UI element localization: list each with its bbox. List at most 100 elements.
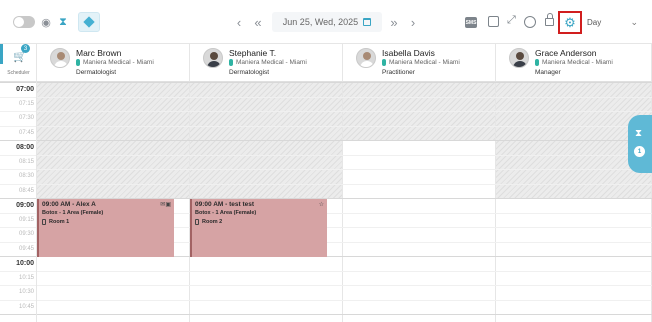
time-label: 10:15: [18, 275, 34, 281]
time-label: 09:45: [18, 246, 34, 252]
staff-role: Dermatologist: [229, 69, 270, 76]
chevron-down-icon: ⌄: [630, 17, 638, 27]
staff-header-grace-anderson[interactable]: Grace Anderson Maniera Medical - Miami M…: [496, 44, 652, 82]
hourglass-icon[interactable]: ⧗: [57, 15, 69, 29]
diamond-button[interactable]: [78, 12, 100, 32]
waitlist-tab[interactable]: ⧗ 1: [628, 115, 652, 173]
staff-role: Dermatologist: [76, 69, 117, 76]
staff-clinic: Maniera Medical - Miami: [382, 59, 460, 66]
scheduler-rail[interactable]: 🛒 3 Scheduler: [0, 44, 37, 82]
appointment-card[interactable]: 09:00 AM - Alex A ✉▣ Botox - 1 Area (Fem…: [37, 199, 174, 257]
location-pin-icon: [382, 59, 386, 66]
scheduler-label: Scheduler: [7, 70, 30, 76]
time-label: 09:30: [18, 231, 34, 237]
grid-line: [0, 97, 652, 98]
appointment-title: 09:00 AM - test test: [195, 201, 254, 208]
avatar: [50, 48, 70, 68]
appointment-service: Botox - 1 Area (Female): [42, 210, 104, 216]
staff-header-isabella-davis[interactable]: Isabella Davis Maniera Medical - Miami P…: [343, 44, 496, 82]
grid-line: [0, 169, 652, 170]
next-day-button[interactable]: ›: [405, 13, 421, 31]
grid-line: [0, 300, 652, 301]
sms-icon[interactable]: SMS: [465, 17, 477, 28]
grid-line: [0, 126, 652, 127]
hourglass-icon: ⧗: [635, 128, 643, 139]
staff-clinic: Maniera Medical - Miami: [229, 59, 307, 66]
avatar: [356, 48, 376, 68]
room-label: Room 2: [202, 219, 223, 225]
time-label: 10:00: [16, 260, 34, 267]
day-column-grace-anderson[interactable]: [496, 82, 652, 322]
expand-icon[interactable]: ⤢: [507, 14, 516, 27]
appointment-room: Room 1: [42, 219, 69, 225]
day-column-isabella-davis[interactable]: [343, 82, 496, 322]
support-icon[interactable]: [524, 16, 536, 28]
grid-line: [0, 314, 652, 315]
staff-name: Isabella Davis: [382, 48, 435, 58]
time-label: 10:30: [18, 289, 34, 295]
diamond-icon: [83, 16, 95, 28]
toolbar: ◉ ⧗ ‹ « Jun 25, Wed, 2025 » › SMS ⤢ ⚙ Da…: [0, 0, 652, 44]
waitlist-count-badge: 1: [634, 146, 645, 157]
clinic-label: Maniera Medical - Miami: [389, 59, 460, 66]
time-label: 07:15: [18, 101, 34, 107]
staff-name: Stephanie T.: [229, 48, 277, 58]
grid-line: [0, 271, 652, 272]
lock-icon[interactable]: [545, 13, 554, 26]
message-icon: ✉▣: [160, 202, 171, 208]
prev-week-button[interactable]: «: [250, 13, 266, 31]
time-label: 09:00: [16, 202, 34, 209]
cart-count-badge: 3: [21, 44, 30, 53]
staff-name: Marc Brown: [76, 48, 122, 58]
next-week-button[interactable]: »: [386, 13, 402, 31]
toggle-knob: [14, 17, 24, 27]
calendar-view-icon[interactable]: [488, 16, 499, 27]
appointment-title: 09:00 AM - Alex A: [42, 201, 96, 208]
date-picker[interactable]: Jun 25, Wed, 2025: [272, 12, 382, 32]
grid-line: [0, 140, 652, 141]
grid-line: [0, 155, 652, 156]
date-label: Jun 25, Wed, 2025: [282, 17, 359, 27]
clinic-label: Maniera Medical - Miami: [236, 59, 307, 66]
settings-button[interactable]: ⚙: [558, 11, 582, 34]
staff-clinic: Maniera Medical - Miami: [535, 59, 613, 66]
location-pin-icon: [229, 59, 233, 66]
location-pin-icon: [535, 59, 539, 66]
calendar-icon: [363, 18, 372, 26]
view-select[interactable]: Day ⌄: [582, 11, 644, 33]
appointment-room: Room 2: [195, 219, 222, 225]
time-label: 07:45: [18, 130, 34, 136]
room-label: Room 1: [49, 219, 70, 225]
time-label: 09:15: [18, 217, 34, 223]
time-label: 08:30: [18, 173, 34, 179]
avatar: [509, 48, 529, 68]
clinic-label: Maniera Medical - Miami: [542, 59, 613, 66]
time-label: 08:15: [18, 159, 34, 165]
time-column: 07:00 07:15 07:30 07:45 08:00 08:15 08:3…: [0, 82, 37, 322]
time-label: 08:00: [16, 144, 34, 151]
staff-role: Practitioner: [382, 69, 415, 76]
appointment-service: Botox - 1 Area (Female): [195, 210, 257, 216]
view-toggle[interactable]: [13, 16, 35, 28]
grid-line: [0, 82, 652, 83]
sms-label: SMS: [465, 19, 477, 26]
staff-header-marc-brown[interactable]: Marc Brown Maniera Medical - Miami Derma…: [37, 44, 190, 82]
time-label: 07:00: [16, 86, 34, 93]
avatar: [203, 48, 223, 68]
door-icon: [195, 219, 199, 225]
time-label: 07:30: [18, 115, 34, 121]
eye-icon[interactable]: ◉: [40, 16, 52, 29]
time-label: 08:45: [18, 188, 34, 194]
appointment-card[interactable]: 09:00 AM - test test ☆ Botox - 1 Area (F…: [190, 199, 327, 257]
prev-day-button[interactable]: ‹: [231, 13, 247, 31]
time-label: 10:45: [18, 304, 34, 310]
staff-name: Grace Anderson: [535, 48, 597, 58]
door-icon: [42, 219, 46, 225]
view-select-value: Day: [587, 17, 602, 27]
star-icon: ☆: [318, 202, 324, 208]
location-pin-icon: [76, 59, 80, 66]
gear-icon: ⚙: [564, 14, 576, 30]
staff-header-stephanie-t[interactable]: Stephanie T. Maniera Medical - Miami Der…: [190, 44, 343, 82]
clinic-label: Maniera Medical - Miami: [83, 59, 154, 66]
grid-line: [0, 111, 652, 112]
